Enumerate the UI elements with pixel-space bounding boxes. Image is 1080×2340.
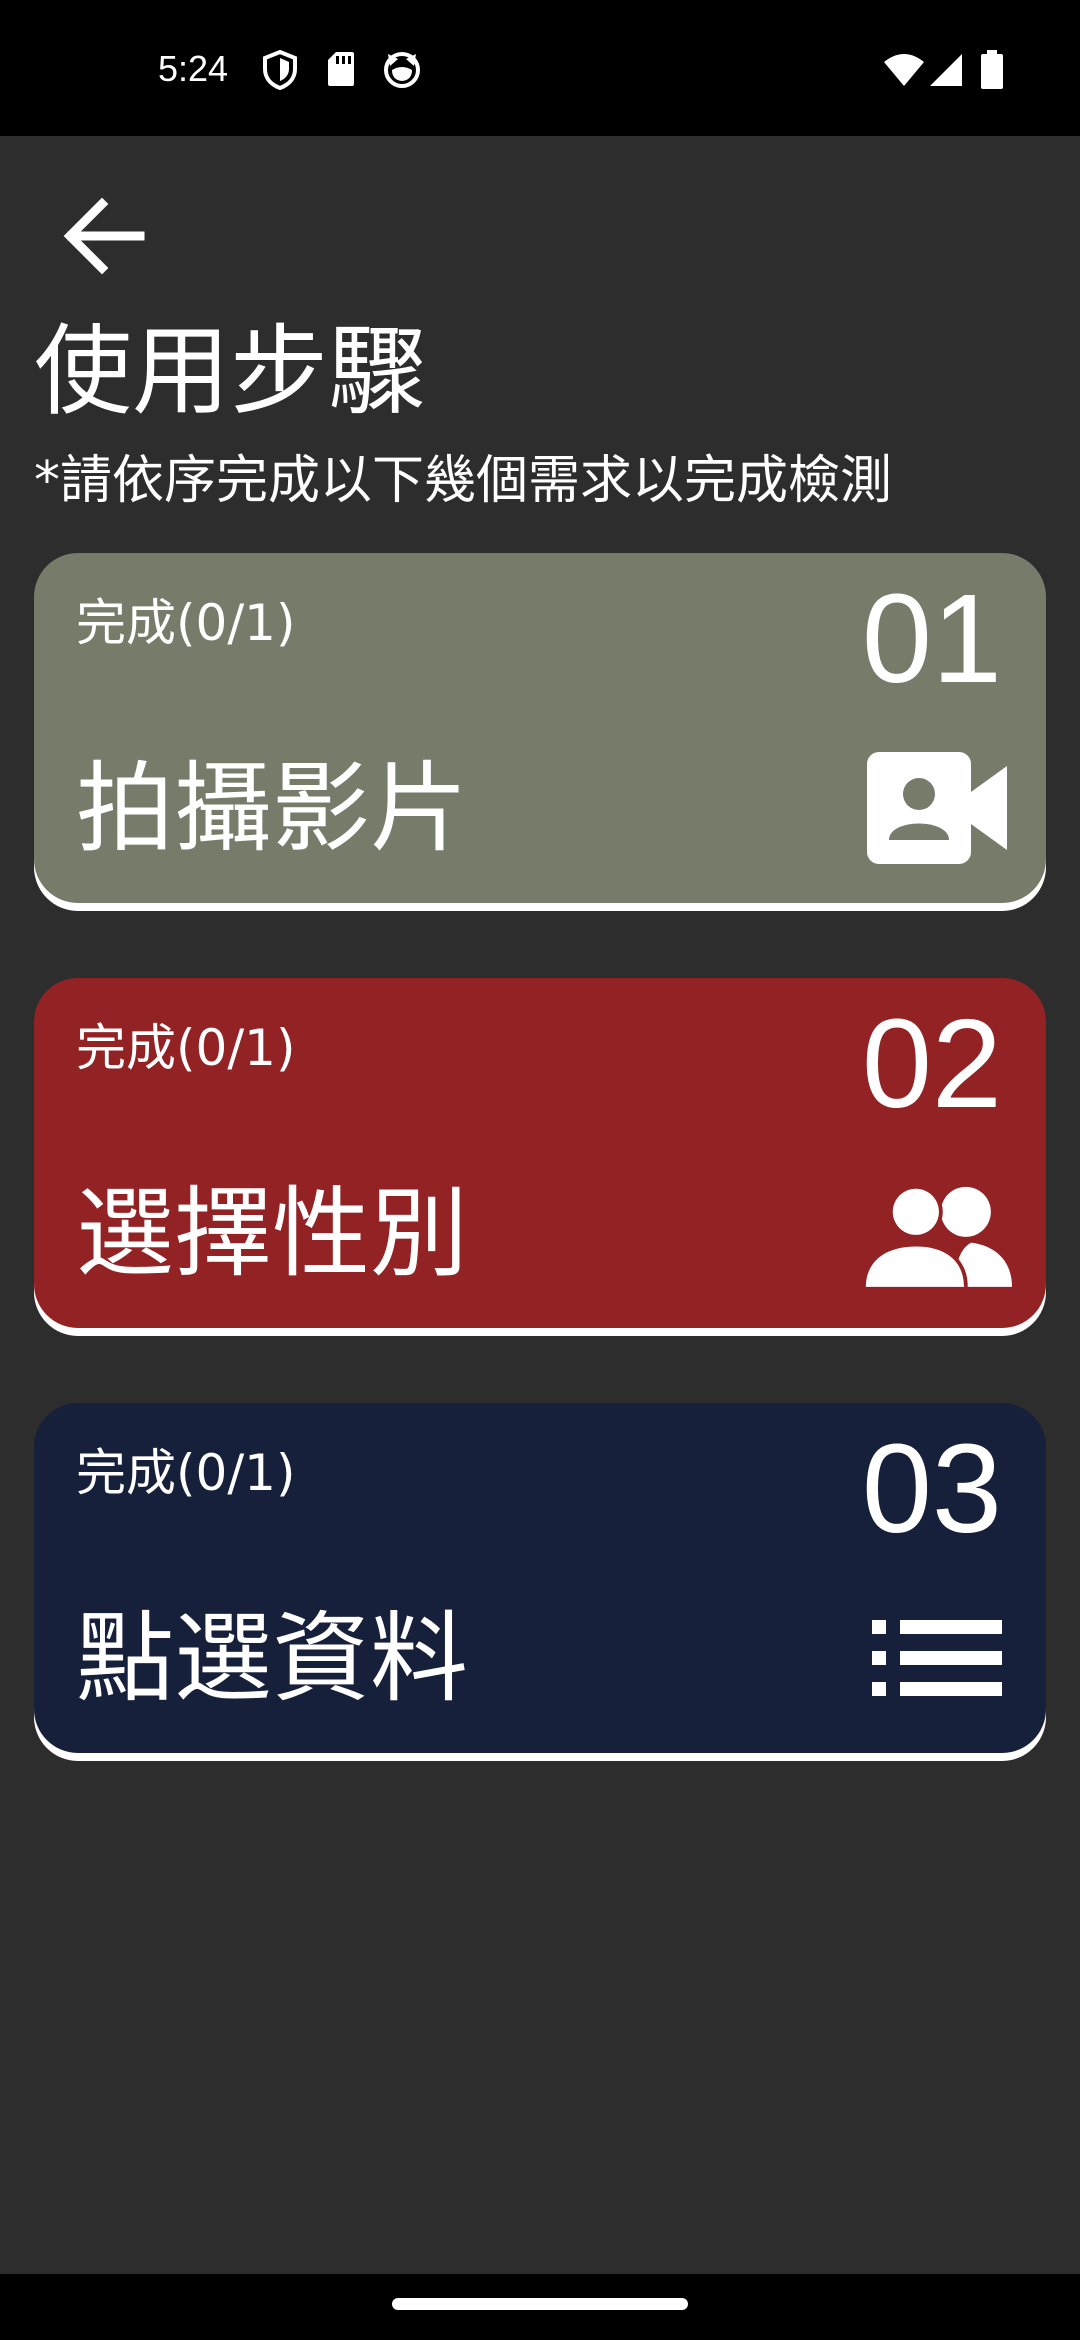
step-number: 03 [861, 1418, 1002, 1559]
cat-face-icon [382, 50, 422, 92]
arrow-left-icon [63, 197, 145, 275]
back-button[interactable] [44, 176, 164, 296]
step-card-record-video[interactable]: 完成(0/1) 01 拍攝影片 [34, 553, 1046, 903]
list-icon [862, 1593, 1012, 1723]
shield-icon [262, 49, 298, 94]
steps-screen: 使用步驟 *請依序完成以下幾個需求以完成檢測 完成(0/1) 01 拍攝影片 完… [0, 136, 1080, 2274]
cellular-signal-icon [928, 52, 964, 92]
step-status: 完成(0/1) [76, 594, 296, 652]
page-subtitle: *請依序完成以下幾個需求以完成檢測 [34, 451, 893, 511]
step-number: 01 [861, 568, 1002, 709]
sd-card-icon [326, 50, 356, 92]
battery-icon [980, 50, 1004, 94]
step-status: 完成(0/1) [76, 1019, 296, 1077]
status-time: 5:24 [158, 48, 229, 89]
step-card-select-gender[interactable]: 完成(0/1) 02 選擇性別 [34, 978, 1046, 1328]
status-bar: 5:24 [0, 0, 1080, 136]
step-status: 完成(0/1) [76, 1444, 296, 1502]
navigation-bar [0, 2274, 1080, 2340]
step-label: 拍攝影片 [76, 752, 469, 866]
home-gesture-handle[interactable] [392, 2298, 688, 2310]
step-label: 點選資料 [76, 1602, 469, 1716]
step-card-select-data[interactable]: 完成(0/1) 03 點選資料 [34, 1403, 1046, 1753]
step-number: 02 [861, 993, 1002, 1134]
video-camera-icon [862, 743, 1012, 873]
step-label: 選擇性別 [76, 1177, 469, 1291]
page-title: 使用步驟 [34, 315, 427, 429]
wifi-icon [882, 52, 926, 92]
users-icon [862, 1168, 1012, 1298]
